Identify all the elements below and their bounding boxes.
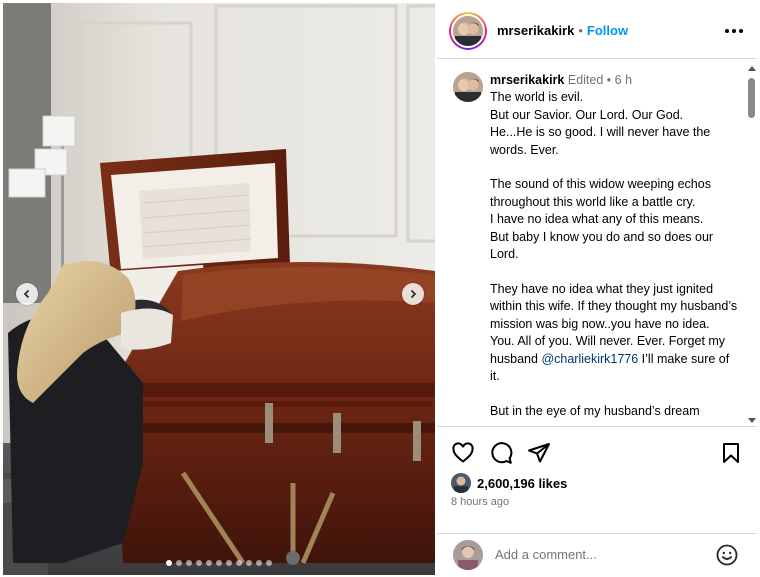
carousel-dot[interactable] [196, 560, 202, 566]
carousel-dot[interactable] [236, 560, 242, 566]
avatar [453, 72, 483, 102]
more-icon[interactable] [725, 23, 743, 39]
caption-separator: • [606, 73, 612, 87]
carousel-dot[interactable] [266, 560, 272, 566]
header-separator: • [578, 23, 583, 38]
post-timestamp[interactable]: 8 hours ago [451, 496, 509, 508]
caption: mrserikakirk Edited • 6 h The world is e… [490, 72, 738, 420]
mention-link[interactable]: @charliekirk1776 [541, 352, 638, 366]
caption-text-part: The world is evil. But our Savior. Our L… [490, 90, 738, 366]
likes-count[interactable]: 2,600,196 likes [477, 476, 567, 491]
carousel-dot[interactable] [216, 560, 222, 566]
post-media[interactable] [3, 3, 435, 575]
caption-edited: Edited [567, 73, 604, 87]
avatar [453, 15, 483, 46]
carousel-dot[interactable] [176, 560, 182, 566]
carousel-next-button[interactable] [402, 283, 424, 305]
carousel-indicator [3, 560, 435, 566]
carousel-dot[interactable] [206, 560, 212, 566]
post-panel: mrserikakirk • Follow mrserikakirk Edite… [437, 3, 757, 575]
post-photo [3, 3, 435, 575]
emoji-icon[interactable] [715, 543, 739, 567]
caption-scrollbar[interactable] [745, 60, 757, 425]
follow-button[interactable]: Follow [587, 23, 628, 38]
scroll-up-arrow-icon[interactable] [748, 66, 756, 71]
post-header: mrserikakirk • Follow [437, 3, 757, 59]
scroll-down-arrow-icon[interactable] [748, 418, 756, 423]
liker-avatar [451, 473, 471, 493]
carousel-dot[interactable] [186, 560, 192, 566]
post-actions: 2,600,196 likes 8 hours ago [437, 426, 757, 532]
caption-username[interactable]: mrserikakirk [490, 73, 564, 87]
bookmark-icon[interactable] [719, 441, 743, 465]
caption-avatar[interactable] [453, 72, 483, 102]
carousel-dot[interactable] [166, 560, 172, 566]
heart-icon[interactable] [451, 441, 475, 465]
chevron-right-icon [410, 289, 417, 299]
share-icon[interactable] [527, 441, 551, 465]
comment-box [437, 533, 757, 575]
chevron-left-icon [23, 289, 30, 299]
scroll-thumb[interactable] [748, 78, 755, 118]
caption-area[interactable]: mrserikakirk Edited • 6 h The world is e… [437, 60, 757, 425]
caption-text: The world is evil. But our Savior. Our L… [490, 89, 738, 420]
carousel-dot[interactable] [256, 560, 262, 566]
profile-avatar-story-ring[interactable] [449, 11, 487, 50]
carousel-dot[interactable] [246, 560, 252, 566]
carousel-dot[interactable] [226, 560, 232, 566]
comment-icon[interactable] [489, 441, 513, 465]
current-user-avatar [453, 539, 483, 570]
header-username[interactable]: mrserikakirk [497, 23, 574, 38]
caption-time[interactable]: 6 h [615, 73, 632, 87]
carousel-prev-button[interactable] [16, 283, 38, 305]
likes-row[interactable]: 2,600,196 likes [451, 473, 567, 493]
